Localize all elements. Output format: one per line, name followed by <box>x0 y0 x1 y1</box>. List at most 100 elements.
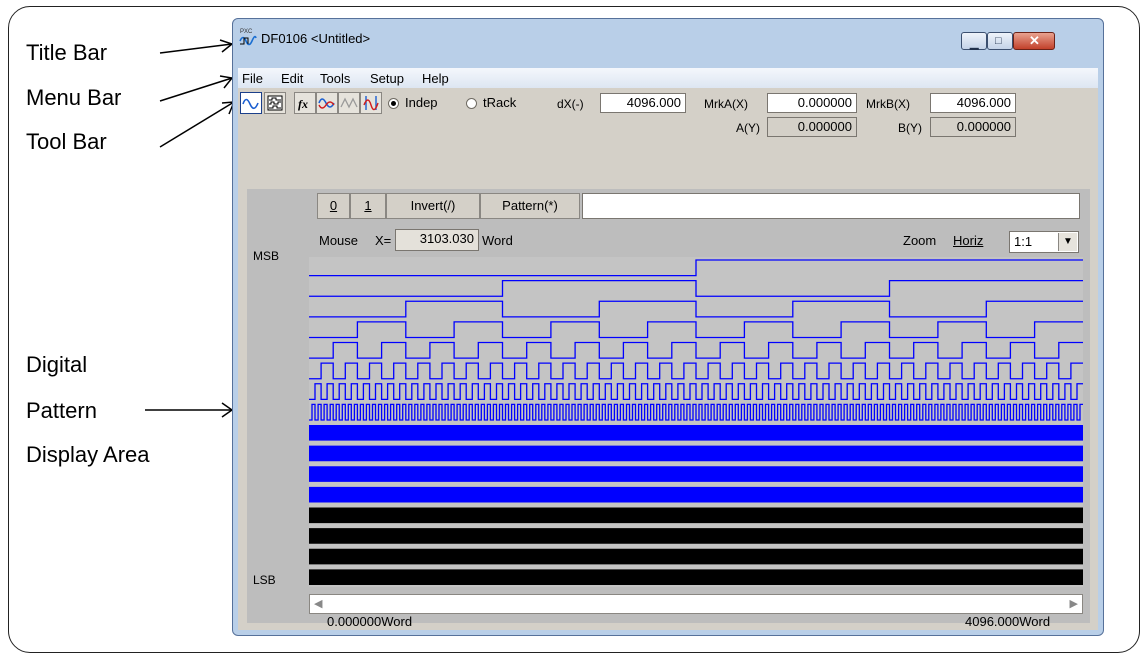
waveform-trace <box>309 569 1083 585</box>
waveform-line <box>309 341 1083 359</box>
waveform-line <box>309 300 1083 318</box>
x-axis-start-label: 0.000000Word <box>327 614 413 629</box>
digital-pattern-icon <box>267 95 283 111</box>
menu-setup[interactable]: Setup <box>370 71 404 86</box>
x-axis-end-label: 4096.000Word <box>965 614 1051 629</box>
x-label: X= <box>375 233 392 248</box>
waveform-canvas <box>309 259 1083 585</box>
function-fx-icon: fx <box>298 97 308 111</box>
waveform-band <box>309 486 1083 503</box>
waveform-line <box>309 383 1083 401</box>
b-y-field: 0.000000 <box>930 117 1016 137</box>
horizontal-scrollbar[interactable]: ◀ ▶ <box>309 594 1083 614</box>
chevron-down-icon[interactable]: ▼ <box>1058 233 1077 251</box>
mrka-x-field[interactable]: 0.000000 <box>767 93 857 113</box>
waveform-trace <box>309 321 1083 339</box>
track-radio[interactable] <box>466 98 477 109</box>
a-y-label: A(Y) <box>736 121 760 135</box>
waveform-line <box>309 321 1083 339</box>
close-button[interactable]: ✕ <box>1013 32 1055 50</box>
unit-label: Word <box>482 233 513 248</box>
arrow-menu-bar <box>159 77 233 102</box>
indep-label[interactable]: Indep <box>405 95 438 110</box>
arrow-title-bar <box>159 43 233 54</box>
waveform-line <box>309 279 1083 297</box>
invert-button[interactable]: Invert(/) <box>386 193 480 219</box>
msb-label: MSB <box>253 249 280 263</box>
waveform-band <box>309 507 1083 524</box>
indep-radio[interactable] <box>388 98 399 109</box>
a-y-field: 0.000000 <box>767 117 857 137</box>
function-button[interactable]: fx <box>294 92 316 114</box>
svg-text:PXC: PXC <box>240 29 253 35</box>
waveform-band <box>309 569 1083 585</box>
waveform-line <box>309 362 1083 380</box>
maximize-button[interactable]: □ <box>987 32 1013 50</box>
sine-wave-button[interactable] <box>240 92 262 114</box>
waveform-trace <box>309 528 1083 544</box>
waveform-band <box>309 445 1083 462</box>
horiz-label: Horiz <box>953 233 984 248</box>
waveform-trace <box>309 445 1083 462</box>
scroll-left-icon[interactable]: ◀ <box>314 597 322 610</box>
zoom-select[interactable]: 1:1 ▼ <box>1009 231 1079 253</box>
set-one-label: 1 <box>364 198 372 213</box>
menu-edit[interactable]: Edit <box>281 71 303 86</box>
track-label[interactable]: tRack <box>483 95 516 110</box>
waveform-trace <box>309 279 1083 297</box>
digital-pattern-button[interactable] <box>264 92 286 114</box>
mrkb-x-label: MrkB(X) <box>866 97 910 111</box>
dx-field[interactable]: 4096.000 <box>600 93 686 113</box>
b-y-label: B(Y) <box>898 121 922 135</box>
menu-file[interactable]: File <box>242 71 263 86</box>
waveform-band <box>309 528 1083 544</box>
waveform-band <box>309 425 1083 441</box>
waveform-trace <box>309 466 1083 482</box>
menu-tools[interactable]: Tools <box>320 71 350 86</box>
lsb-label: LSB <box>253 573 276 587</box>
window-title: DF0106 <Untitled> <box>261 31 371 46</box>
zoom-label: Zoom <box>903 233 937 248</box>
triangle-wave-icon <box>340 97 358 109</box>
waveform-add-icon <box>318 98 335 109</box>
arrow-tool-bar <box>159 101 235 148</box>
mouse-x-value: 3103.030 <box>395 229 479 251</box>
dx-label: dX(-) <box>557 97 584 111</box>
zoom-value: 1:1 <box>1014 234 1033 249</box>
scroll-right-icon[interactable]: ▶ <box>1070 597 1078 610</box>
waveform-trace <box>309 383 1083 401</box>
mouse-label: Mouse <box>319 233 359 248</box>
pattern-button[interactable]: Pattern(*) <box>480 193 580 219</box>
svg-text:fx: fx <box>298 97 308 111</box>
client-area: File Edit Tools Setup Help fx Indep tRac… <box>238 68 1098 630</box>
menu-help[interactable]: Help <box>422 71 449 86</box>
waveform-trace <box>309 548 1083 565</box>
waveform-band <box>309 466 1083 482</box>
set-zero-label: 0 <box>329 198 338 213</box>
waveform-add-button[interactable] <box>316 92 338 114</box>
app-icon: PXC <box>239 29 257 46</box>
marker-wave-icon <box>363 96 379 111</box>
pattern-panel: 0 1 Invert(/) Pattern(*) MSB Mouse X= 31… <box>247 189 1090 629</box>
waveform-band <box>309 548 1083 565</box>
maximize-icon: □ <box>995 35 1002 47</box>
set-zero-button[interactable]: 0 <box>317 193 350 219</box>
app-window: PXC DF0106 <Untitled> ▁ □ ✕ File Edit To… <box>232 18 1104 636</box>
waveform-trace <box>309 403 1083 421</box>
minimize-button[interactable]: ▁ <box>961 32 987 50</box>
waveform-display[interactable] <box>309 257 1083 587</box>
close-icon: ✕ <box>1029 33 1040 48</box>
minimize-icon: ▁ <box>970 38 979 50</box>
pattern-input[interactable] <box>582 193 1080 219</box>
mrkb-x-field[interactable]: 4096.000 <box>930 93 1016 113</box>
marker-wave-button[interactable] <box>360 92 382 114</box>
waveform-line <box>309 403 1083 421</box>
waveform-trace <box>309 362 1083 380</box>
set-one-button[interactable]: 1 <box>350 193 386 219</box>
waveform-trace <box>309 341 1083 359</box>
tool-bar: fx Indep tRack dX(-) 4096.000 MrkA(X) 0.… <box>238 88 1098 178</box>
triangle-wave-button[interactable] <box>338 92 360 114</box>
waveform-trace <box>309 259 1083 277</box>
waveform-trace <box>309 507 1083 524</box>
waveform-trace <box>309 300 1083 318</box>
